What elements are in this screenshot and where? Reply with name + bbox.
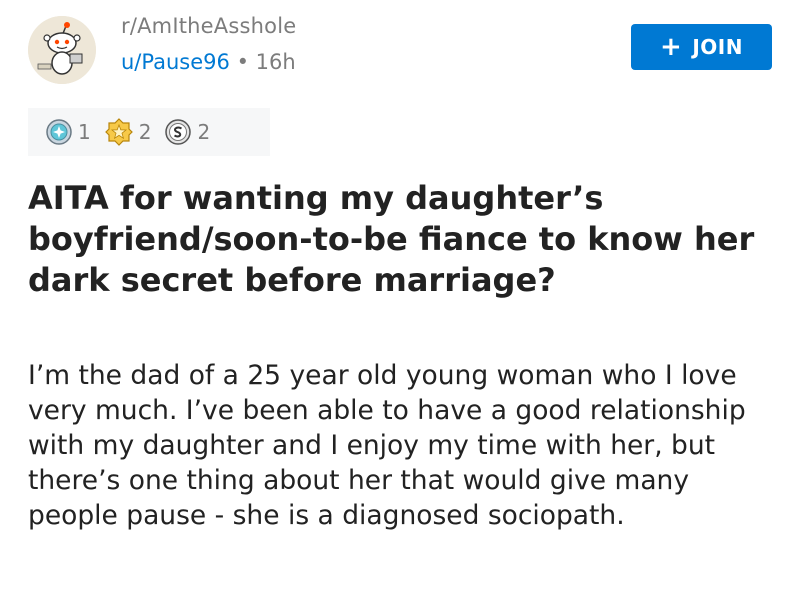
award-platinum[interactable]: 2 [165, 119, 210, 145]
author-link[interactable]: u/Pause96 [121, 50, 230, 74]
awards-bar[interactable]: 1 2 2 [28, 108, 270, 156]
subreddit-name[interactable]: r/AmItheAsshole [121, 14, 296, 38]
award-count: 2 [138, 120, 152, 144]
subreddit-avatar[interactable] [28, 16, 96, 84]
post-title[interactable]: AITA for wanting my daughter’s boyfriend… [28, 178, 778, 301]
post-age: 16h [255, 50, 296, 74]
silver-award-icon [46, 119, 72, 145]
award-gold[interactable]: 2 [104, 118, 152, 146]
award-silver[interactable]: 1 [46, 119, 91, 145]
post-body: I’m the dad of a 25 year old young woman… [28, 360, 746, 531]
meta-separator: • [236, 50, 249, 74]
award-count: 2 [197, 120, 211, 144]
award-count: 1 [78, 120, 91, 144]
snoo-judge-icon [28, 16, 96, 84]
platinum-award-icon [165, 119, 192, 145]
post-meta: u/Pause96 • 16h [121, 50, 296, 74]
gold-award-icon [104, 118, 133, 146]
join-label: JOIN [692, 35, 743, 59]
join-button[interactable]: + JOIN [631, 24, 772, 70]
plus-icon: + [660, 32, 683, 62]
